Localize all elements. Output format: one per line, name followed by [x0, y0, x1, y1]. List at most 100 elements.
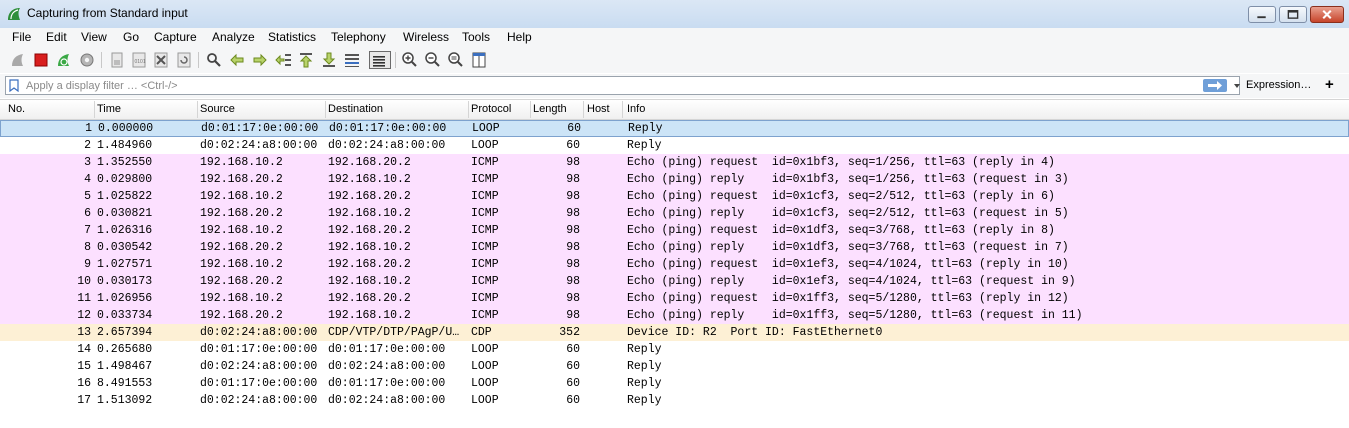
close-file-icon[interactable] [152, 51, 170, 69]
menu-telephony[interactable]: Telephony [331, 30, 386, 44]
close-button[interactable] [1310, 6, 1344, 23]
go-back-icon[interactable] [228, 51, 246, 69]
menu-file[interactable]: File [12, 30, 31, 44]
packet-info: Device ID: R2 Port ID: FastEthernet0 [627, 326, 883, 339]
table-row[interactable]: 9 1.027571 192.168.10.2 192.168.20.2 ICMP 98 E… [0, 256, 1349, 273]
packet-number: 15 [77, 360, 91, 373]
menu-statistics[interactable]: Statistics [268, 30, 316, 44]
menu-help[interactable]: Help [507, 30, 532, 44]
packet-info: Echo (ping) request id=0x1ef3, seq=4/102… [627, 258, 1069, 271]
menu-capture[interactable]: Capture [154, 30, 197, 44]
packet-time: 1.027571 [97, 258, 153, 271]
minimize-button[interactable] [1248, 6, 1276, 23]
packet-time: 1.484960 [97, 139, 153, 152]
packet-length: 60 [566, 139, 580, 152]
column-header-no[interactable]: No. [8, 103, 25, 115]
column-header-info[interactable]: Info [627, 103, 645, 115]
column-header-protocol[interactable]: Protocol [471, 103, 511, 115]
packet-number: 5 [84, 190, 91, 203]
chevron-down-icon[interactable] [1232, 80, 1242, 92]
packet-number: 12 [77, 309, 91, 322]
resize-columns-icon[interactable] [470, 51, 488, 69]
table-row[interactable]: 14 0.265680 d0:01:17:0e:00:00 d0:01:17:0e:0… [0, 341, 1349, 358]
restart-capture-icon[interactable] [55, 51, 73, 69]
wireshark-logo-icon [8, 8, 20, 20]
start-capture-icon[interactable] [9, 51, 27, 69]
table-row[interactable]: 3 1.352550 192.168.10.2 192.168.20.2 ICMP 98 E… [0, 154, 1349, 171]
packet-destination: 192.168.10.2 [328, 241, 411, 254]
bookmark-icon[interactable] [9, 79, 19, 92]
table-row[interactable]: 7 1.026316 192.168.10.2 192.168.20.2 ICMP 98 E… [0, 222, 1349, 239]
table-row[interactable]: 15 1.498467 d0:02:24:a8:00:00 d0:02:24:a8:0… [0, 358, 1349, 375]
menu-go[interactable]: Go [123, 30, 139, 44]
table-row[interactable]: 16 8.491553 d0:01:17:0e:00:00 d0:01:17:0e:0… [0, 375, 1349, 392]
packet-time: 1.026316 [97, 224, 153, 237]
go-first-icon[interactable] [297, 51, 315, 69]
save-file-icon[interactable]: 0101 [130, 51, 148, 69]
close-icon [1322, 10, 1332, 20]
expression-button[interactable]: Expression… [1246, 79, 1311, 91]
menu-analyze[interactable]: Analyze [212, 30, 255, 44]
packet-protocol: ICMP [471, 241, 499, 254]
column-header-time[interactable]: Time [97, 103, 121, 115]
capture-options-icon[interactable] [78, 51, 96, 69]
normal-size-icon[interactable] [447, 51, 465, 69]
packet-destination: d0:01:17:0e:00:00 [329, 122, 447, 135]
packet-length: 60 [566, 360, 580, 373]
table-row[interactable]: 5 1.025822 192.168.10.2 192.168.20.2 ICMP 98 E… [0, 188, 1349, 205]
table-row[interactable]: 12 0.033734 192.168.20.2 192.168.10.2 ICMP 98… [0, 307, 1349, 324]
maximize-button[interactable] [1279, 6, 1307, 23]
packet-source: 192.168.20.2 [200, 275, 283, 288]
menu-edit[interactable]: Edit [46, 30, 67, 44]
menu-tools[interactable]: Tools [462, 30, 490, 44]
colorize-icon[interactable] [369, 51, 391, 69]
packet-protocol: ICMP [471, 309, 499, 322]
table-row[interactable]: 4 0.029800 192.168.20.2 192.168.10.2 ICMP 98 E… [0, 171, 1349, 188]
go-to-packet-icon[interactable] [274, 51, 292, 69]
packet-source: 192.168.10.2 [200, 190, 283, 203]
packet-time: 1.025822 [97, 190, 153, 203]
table-row[interactable]: 17 1.513092 d0:02:24:a8:00:00 d0:02:24:a8:0… [0, 392, 1349, 409]
zoom-in-icon[interactable] [401, 51, 419, 69]
column-header-source[interactable]: Source [200, 103, 235, 115]
column-header-length[interactable]: Length [533, 103, 567, 115]
column-header-destination[interactable]: Destination [328, 103, 383, 115]
table-row[interactable]: 6 0.030821 192.168.20.2 192.168.10.2 ICMP 98 E… [0, 205, 1349, 222]
zoom-out-icon[interactable] [424, 51, 442, 69]
add-filter-button[interactable]: + [1325, 76, 1334, 93]
table-row[interactable]: 13 2.657394 d0:02:24:a8:00:00 CDP/VTP/DTP/P… [0, 324, 1349, 341]
packet-list-header: No. Time Source Destination Protocol Len… [0, 99, 1349, 120]
packet-info: Reply [627, 394, 662, 407]
menu-wireless[interactable]: Wireless [403, 30, 449, 44]
packet-length: 98 [566, 275, 580, 288]
packet-info: Echo (ping) request id=0x1df3, seq=3/768… [627, 224, 1055, 237]
packet-length: 60 [567, 122, 581, 135]
packet-number: 4 [84, 173, 91, 186]
svg-text:0101: 0101 [135, 59, 146, 65]
column-header-host[interactable]: Host [587, 103, 610, 115]
find-packet-icon[interactable] [205, 51, 223, 69]
go-forward-icon[interactable] [251, 51, 269, 69]
apply-filter-button[interactable] [1203, 79, 1227, 92]
table-row[interactable]: 10 0.030173 192.168.20.2 192.168.10.2 ICMP 98… [0, 273, 1349, 290]
packet-source: 192.168.10.2 [200, 292, 283, 305]
reload-file-icon[interactable] [175, 51, 193, 69]
table-row[interactable]: 8 0.030542 192.168.20.2 192.168.10.2 ICMP 98 E… [0, 239, 1349, 256]
auto-scroll-icon[interactable] [343, 51, 361, 69]
packet-destination: 192.168.10.2 [328, 275, 411, 288]
table-row[interactable]: 2 1.484960 d0:02:24:a8:00:00 d0:02:24:a8:00… [0, 137, 1349, 154]
table-row[interactable]: 11 1.026956 192.168.10.2 192.168.20.2 ICMP 98… [0, 290, 1349, 307]
packet-length: 98 [566, 258, 580, 271]
packet-info: Echo (ping) request id=0x1bf3, seq=1/256… [627, 156, 1055, 169]
stop-capture-icon[interactable] [32, 51, 50, 69]
packet-length: 98 [566, 224, 580, 237]
go-last-icon[interactable] [320, 51, 338, 69]
menu-view[interactable]: View [81, 30, 107, 44]
open-file-icon[interactable] [108, 51, 126, 69]
display-filter-input[interactable] [26, 78, 1196, 93]
packet-destination: 192.168.20.2 [328, 292, 411, 305]
packet-number: 1 [85, 122, 92, 135]
table-row[interactable]: 1 0.000000 d0:01:17:0e:00:00 d0:01:17:0e:00… [0, 120, 1349, 137]
packet-list: No. Time Source Destination Protocol Len… [0, 99, 1349, 428]
packet-protocol: LOOP [471, 360, 499, 373]
